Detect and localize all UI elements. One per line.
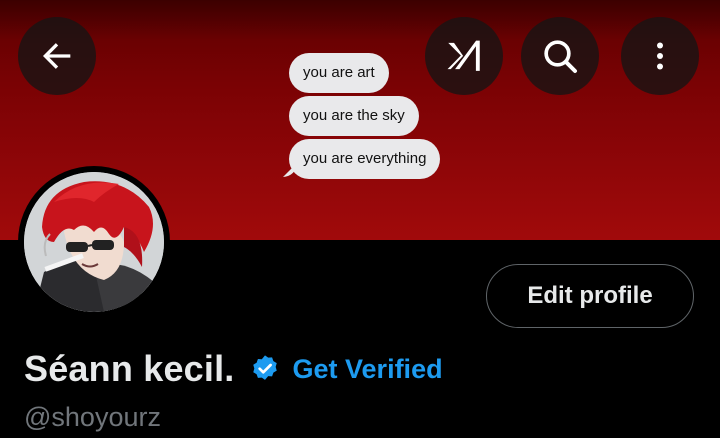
display-name: Séann kecil. [24,348,235,389]
profile-handle: @shoyourz [24,402,161,432]
grok-button[interactable] [425,17,503,95]
arrow-left-icon [43,43,71,69]
more-options-button[interactable] [621,17,699,95]
grok-icon [447,40,480,71]
banner-message-2: you are the sky [289,96,419,136]
avatar[interactable] [18,166,170,318]
profile-name-row: Séann kecil. Get Verified [24,346,443,392]
search-icon [544,40,577,73]
more-vertical-icon [657,42,663,70]
edit-profile-button[interactable]: Edit profile [486,264,694,328]
search-button[interactable] [521,17,599,95]
banner-message-3: you are everything [289,139,441,179]
avatar-image [24,172,164,312]
banner-message-1: you are art [289,53,389,93]
back-button[interactable] [18,17,96,95]
verified-badge-icon[interactable] [249,353,281,385]
get-verified-link[interactable]: Get Verified [293,354,443,385]
